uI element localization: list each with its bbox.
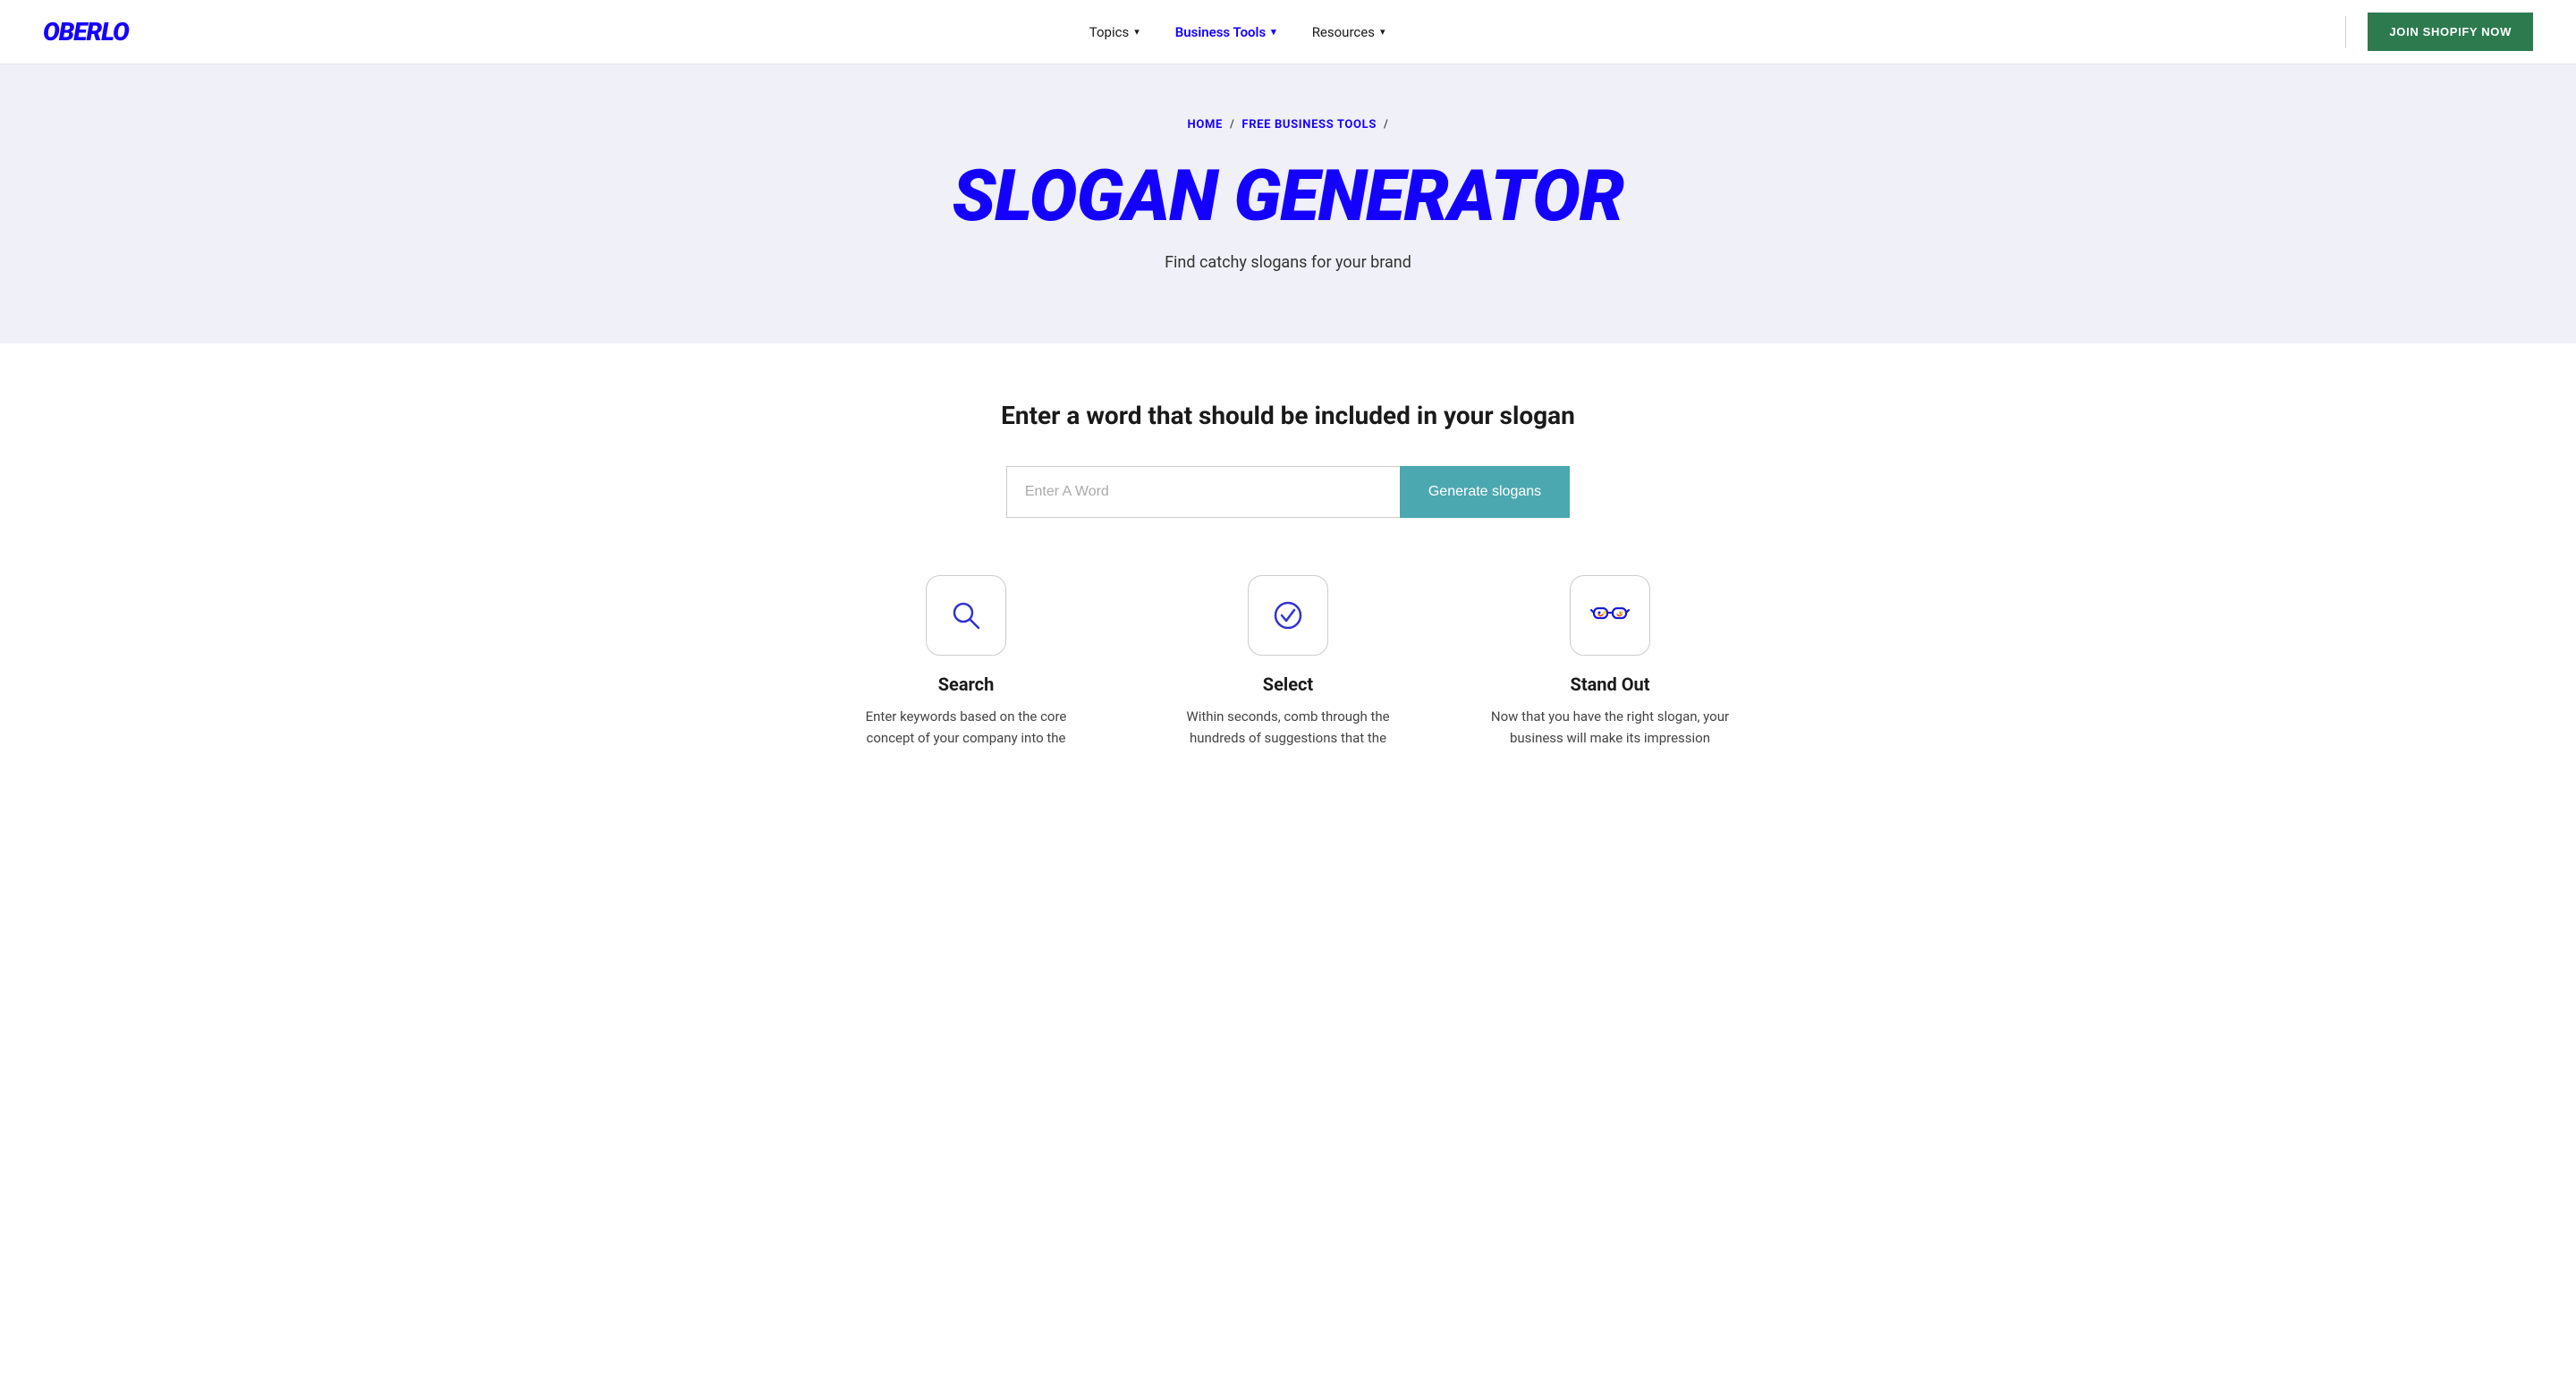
features-section: Search Enter keywords based on the core … [43,575,2533,749]
generate-slogans-button[interactable]: Generate slogans [1400,466,1570,518]
breadcrumb-free-business-tools[interactable]: FREE BUSINESS TOOLS [1241,118,1377,131]
nav-topics-label: Topics [1089,24,1129,40]
navbar: OBERLO Topics ▾ Business Tools ▾ Resourc… [0,0,2576,64]
breadcrumb-separator-2: / [1384,118,1388,131]
brand-logo[interactable]: OBERLO [43,17,129,47]
glasses-icon: ⚡ ⚡ [1590,596,1630,635]
check-circle-icon [1268,596,1308,635]
feature-select-title: Select [1263,674,1313,695]
navbar-right: JOIN SHOPIFY NOW [2345,13,2533,51]
hero-subtitle: Find catchy slogans for your brand [43,253,2533,272]
nav-divider [2345,16,2346,48]
section-heading: Enter a word that should be included in … [43,401,2533,430]
chevron-down-icon: ▾ [1380,26,1385,38]
nav-links: Topics ▾ Business Tools ▾ Resources ▾ [1089,19,1385,46]
feature-select-desc: Within seconds, comb through the hundred… [1163,706,1413,749]
check-circle-icon-wrap [1248,575,1328,656]
nav-business-tools-label: Business Tools [1175,24,1266,40]
breadcrumb-separator-1: / [1230,118,1234,131]
glasses-icon-wrap: ⚡ ⚡ [1570,575,1650,656]
svg-text:⚡: ⚡ [1601,609,1607,616]
word-input[interactable] [1006,466,1400,518]
feature-search-title: Search [938,674,995,695]
chevron-down-icon: ▾ [1134,26,1140,38]
search-icon-wrap [926,575,1006,656]
page-title: SLOGAN GENERATOR [43,160,2533,232]
svg-text:⚡: ⚡ [1618,609,1624,616]
nav-resources-label: Resources [1312,24,1375,40]
breadcrumb: HOME / FREE BUSINESS TOOLS / [43,118,2533,131]
nav-topics[interactable]: Topics ▾ [1089,19,1140,46]
feature-stand-out-title: Stand Out [1571,674,1650,695]
hero-section: HOME / FREE BUSINESS TOOLS / SLOGAN GENE… [0,64,2576,343]
breadcrumb-home[interactable]: HOME [1188,118,1223,131]
search-icon [946,596,986,635]
slogan-input-row: Generate slogans [43,466,2533,518]
chevron-down-icon: ▾ [1271,26,1276,38]
feature-search: Search Enter keywords based on the core … [841,575,1091,749]
nav-resources[interactable]: Resources ▾ [1312,19,1385,46]
feature-search-desc: Enter keywords based on the core concept… [841,706,1091,749]
feature-select: Select Within seconds, comb through the … [1163,575,1413,749]
feature-stand-out-desc: Now that you have the right slogan, your… [1485,706,1735,749]
nav-business-tools[interactable]: Business Tools ▾ [1175,19,1276,46]
feature-stand-out: ⚡ ⚡ Stand Out Now that you have the righ… [1485,575,1735,749]
main-content: Enter a word that should be included in … [0,343,2576,820]
join-shopify-button[interactable]: JOIN SHOPIFY NOW [2368,13,2533,51]
